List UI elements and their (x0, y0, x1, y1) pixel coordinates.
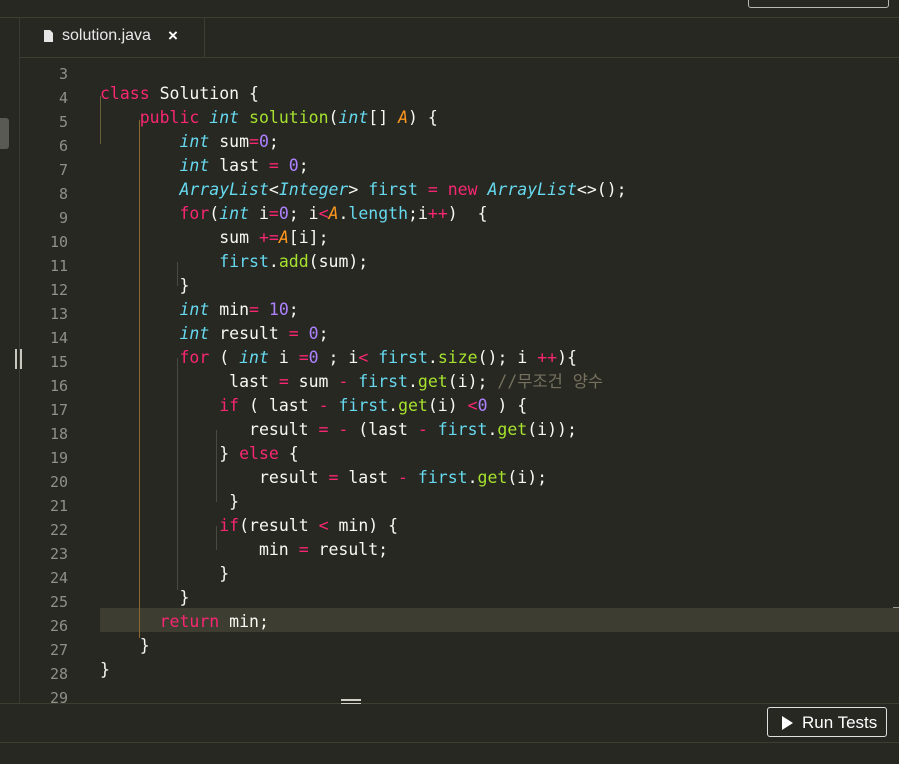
code-line: sum +=A[i]; (100, 228, 329, 247)
top-bar (0, 0, 899, 18)
line-number: 12 (49, 281, 68, 299)
line-number: 17 (49, 401, 68, 419)
code-line: ArrayList<Integer> first = new ArrayList… (179, 180, 627, 199)
left-scroll-handle[interactable] (0, 118, 9, 149)
run-tests-label: Run Tests (802, 713, 878, 732)
editor-tab-bar: solution.java × (20, 18, 899, 58)
line-number: 25 (49, 593, 68, 611)
line-number: 11 (49, 257, 68, 275)
line-number: 19 (49, 449, 68, 467)
line-number: 6 (58, 137, 68, 155)
line-number: 10 (49, 233, 68, 251)
play-icon (782, 716, 793, 730)
code-line: } (100, 636, 150, 655)
code-line: int last = 0; (179, 156, 309, 175)
line-number: 26 (49, 617, 68, 635)
code-line: return min; (159, 612, 269, 631)
line-number: 23 (49, 545, 68, 563)
line-number: 15 (49, 353, 68, 371)
code-line: if(result < min) { (219, 516, 399, 535)
line-number: 27 (49, 641, 68, 659)
scroll-position-marker (893, 607, 899, 608)
code-line: } (100, 564, 230, 583)
code-line: if ( last - first.get(i) <0 ) { (219, 396, 528, 415)
footer-strip (0, 743, 899, 764)
code-line: } else { (100, 444, 299, 463)
line-number: 7 (58, 161, 68, 179)
bottom-toolbar: Run Tests (0, 704, 899, 743)
code-line: min = result; (100, 540, 389, 559)
line-number: 9 (58, 209, 68, 227)
line-number: 20 (49, 473, 68, 491)
line-number: 8 (58, 185, 68, 203)
run-tests-button[interactable]: Run Tests (767, 707, 887, 737)
line-number: 16 (49, 377, 68, 395)
line-number: 28 (49, 665, 68, 683)
line-number: 13 (49, 305, 68, 323)
line-number: 14 (49, 329, 68, 347)
line-number: 22 (49, 521, 68, 539)
line-number: 24 (49, 569, 68, 587)
code-line: } (100, 588, 190, 607)
code-line: } (100, 660, 110, 679)
code-line: first.add(sum); (219, 252, 369, 271)
code-line: class Solution { (100, 84, 259, 103)
code-line: for(int i=0; i<A.length;i++) { (179, 204, 488, 223)
top-input-box[interactable] (748, 0, 889, 8)
code-line: int sum=0; (179, 132, 279, 151)
code-line: result = last - first.get(i); (100, 468, 548, 487)
code-line: int min= 10; (179, 300, 299, 319)
code-line: for ( int i =0 ; i< first.size(); i ++){ (179, 348, 577, 367)
line-number: 21 (49, 497, 68, 515)
line-number: 18 (49, 425, 68, 443)
code-line: result = - (last - first.get(i)); (100, 420, 577, 439)
code-line: public int solution(int[] A) { (139, 108, 438, 127)
tab-solution-java[interactable]: solution.java × (20, 18, 205, 57)
code-line: int result = 0; (179, 324, 329, 343)
file-icon (44, 30, 53, 42)
code-editor[interactable]: 3 4 5 6 7 8 9 10 11 12 13 14 15 16 17 18… (20, 58, 899, 703)
close-tab-icon[interactable]: × (168, 26, 178, 46)
code-line: } (100, 276, 190, 295)
tab-filename: solution.java (62, 27, 151, 44)
line-number: 4 (58, 89, 68, 107)
code-line: } (100, 492, 240, 511)
line-number: 5 (58, 113, 68, 131)
line-number: 3 (58, 65, 68, 83)
line-number: 29 (49, 689, 68, 703)
code-line: last = sum - first.get(i); //무조건 양수 (100, 372, 604, 391)
